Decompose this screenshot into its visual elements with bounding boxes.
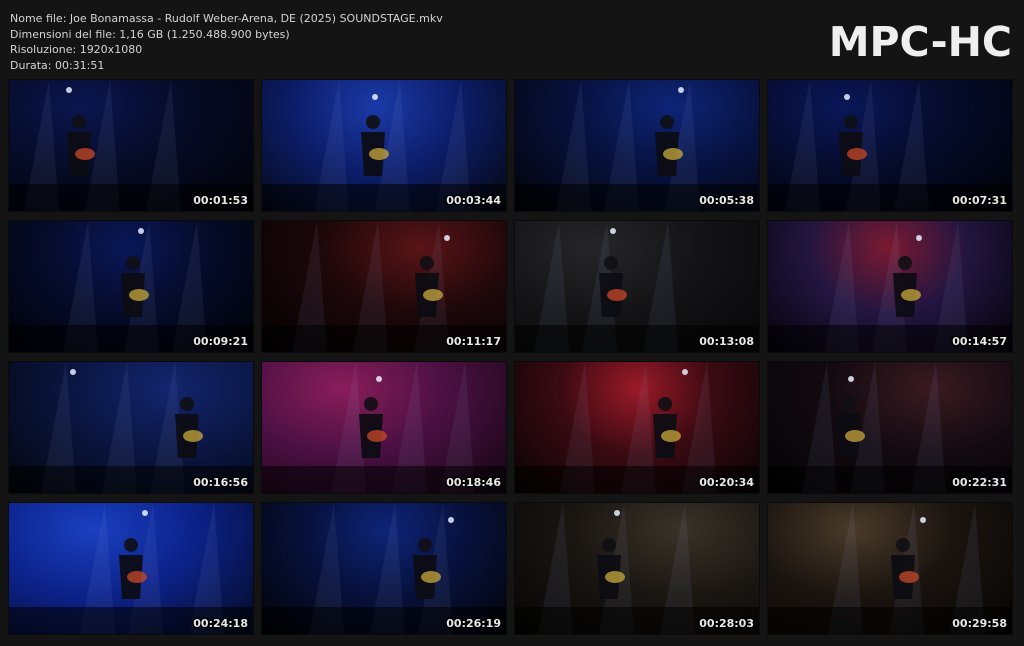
thumbnail-image — [262, 221, 506, 352]
thumbnail[interactable]: 00:26:19 — [262, 503, 506, 634]
thumbnail-image — [515, 221, 759, 352]
thumbnail-art — [9, 221, 253, 352]
thumbnail-image — [768, 362, 1012, 493]
thumbnail-timestamp: 00:16:56 — [193, 476, 248, 489]
thumbnail-image — [515, 362, 759, 493]
thumbnail[interactable]: 00:22:31 — [768, 362, 1012, 493]
thumbnail-art — [9, 503, 253, 634]
thumbnail-image — [262, 362, 506, 493]
thumbnail-timestamp: 00:24:18 — [193, 617, 248, 630]
thumbnail-timestamp: 00:07:31 — [952, 194, 1007, 207]
thumbnail-art — [768, 362, 1012, 493]
thumbnail-art — [262, 221, 506, 352]
thumbnail[interactable]: 00:24:18 — [9, 503, 253, 634]
thumbnail-art — [515, 80, 759, 211]
thumbnail-timestamp: 00:14:57 — [952, 335, 1007, 348]
resolution-line: Risoluzione: 1920x1080 — [10, 43, 143, 57]
thumbnail-timestamp: 00:20:34 — [699, 476, 754, 489]
thumbnail-timestamp: 00:03:44 — [446, 194, 501, 207]
thumbnail-image — [768, 80, 1012, 211]
thumbnail-timestamp: 00:18:46 — [446, 476, 501, 489]
thumbnail-art — [262, 80, 506, 211]
thumbnail-image — [262, 80, 506, 211]
thumbnail[interactable]: 00:11:17 — [262, 221, 506, 352]
duration-line: Durata: 00:31:51 — [10, 58, 105, 72]
thumbnail-image — [768, 221, 1012, 352]
thumbnail[interactable]: 00:13:08 — [515, 221, 759, 352]
thumbnail-timestamp: 00:29:58 — [952, 617, 1007, 630]
thumbnail-art — [768, 503, 1012, 634]
thumbnail-art — [515, 221, 759, 352]
thumbnail[interactable]: 00:28:03 — [515, 503, 759, 634]
thumbnail-grid: 00:01:53 00:03:44 00:05:38 00:07:31 00:09:21… — [9, 80, 1013, 636]
thumbnail-timestamp: 00:22:31 — [952, 476, 1007, 489]
thumbnail-image — [9, 503, 253, 634]
thumbnail[interactable]: 00:03:44 — [262, 80, 506, 211]
file-name-line: Nome file: Joe Bonamassa - Rudolf Weber-… — [10, 12, 443, 25]
thumbnail-art — [262, 362, 506, 493]
thumbnail-timestamp: 00:01:53 — [193, 194, 248, 207]
thumbnail-image — [768, 503, 1012, 634]
thumbnail-image — [262, 503, 506, 634]
thumbnail-timestamp: 00:05:38 — [699, 194, 754, 207]
thumbnail[interactable]: 00:20:34 — [515, 362, 759, 493]
thumbnail-art — [768, 80, 1012, 211]
thumbnail-timestamp: 00:28:03 — [699, 617, 754, 630]
thumbnail-art — [515, 503, 759, 634]
thumbnail[interactable]: 00:16:56 — [9, 362, 253, 493]
thumbnail-image — [9, 221, 253, 352]
thumbnail-art — [262, 503, 506, 634]
thumbnail-image — [9, 80, 253, 211]
thumbnail-art — [515, 362, 759, 493]
thumbnail-image — [9, 362, 253, 493]
thumbnail-image — [515, 503, 759, 634]
thumbnail[interactable]: 00:01:53 — [9, 80, 253, 211]
thumbnail-timestamp: 00:26:19 — [446, 617, 501, 630]
thumbnail-image — [515, 80, 759, 211]
thumbnail-timestamp: 00:13:08 — [699, 335, 754, 348]
thumbnail-timestamp: 00:11:17 — [446, 335, 501, 348]
file-size-line: Dimensioni del file: 1,16 GB (1.250.488.… — [10, 27, 290, 41]
mpc-hc-logo: MPC-HC — [828, 18, 1012, 66]
thumbnail[interactable]: 00:29:58 — [768, 503, 1012, 634]
thumbnail[interactable]: 00:07:31 — [768, 80, 1012, 211]
thumbnail-art — [9, 80, 253, 211]
thumbnail[interactable]: 00:05:38 — [515, 80, 759, 211]
thumbnail-art — [9, 362, 253, 493]
thumbnail[interactable]: 00:14:57 — [768, 221, 1012, 352]
thumbnail[interactable]: 00:18:46 — [262, 362, 506, 493]
thumbnail-art — [768, 221, 1012, 352]
thumbnail[interactable]: 00:09:21 — [9, 221, 253, 352]
thumbnail-timestamp: 00:09:21 — [193, 335, 248, 348]
file-info: Nome file: Joe Bonamassa - Rudolf Weber-… — [10, 11, 443, 73]
